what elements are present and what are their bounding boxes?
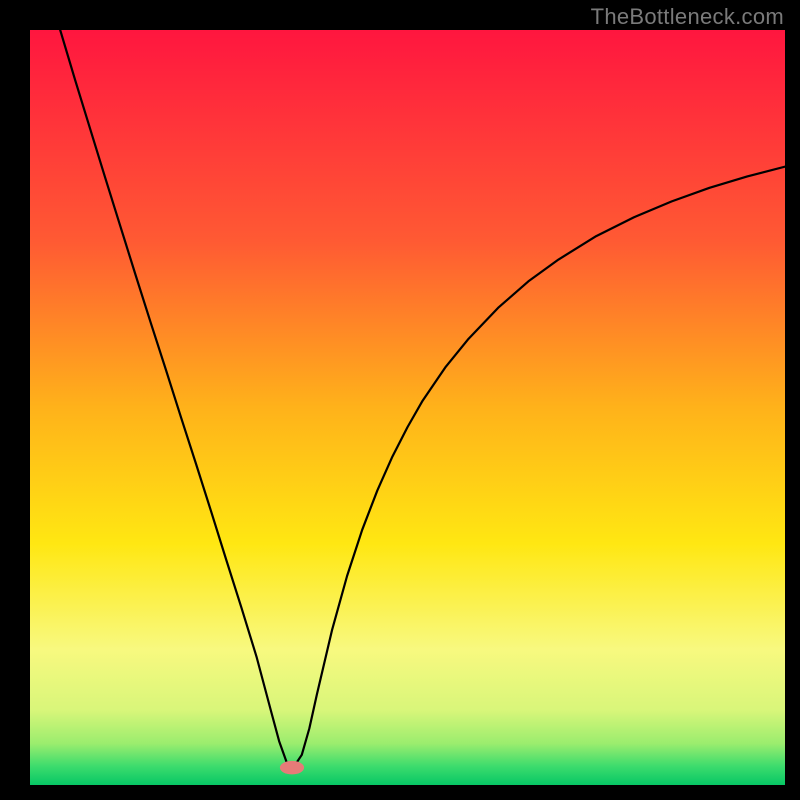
gradient-background <box>30 30 785 785</box>
plot-area <box>30 30 785 785</box>
bottleneck-plot <box>30 30 785 785</box>
watermark-text: TheBottleneck.com <box>591 4 784 30</box>
optimum-marker <box>280 761 304 775</box>
chart-frame: TheBottleneck.com <box>0 0 800 800</box>
